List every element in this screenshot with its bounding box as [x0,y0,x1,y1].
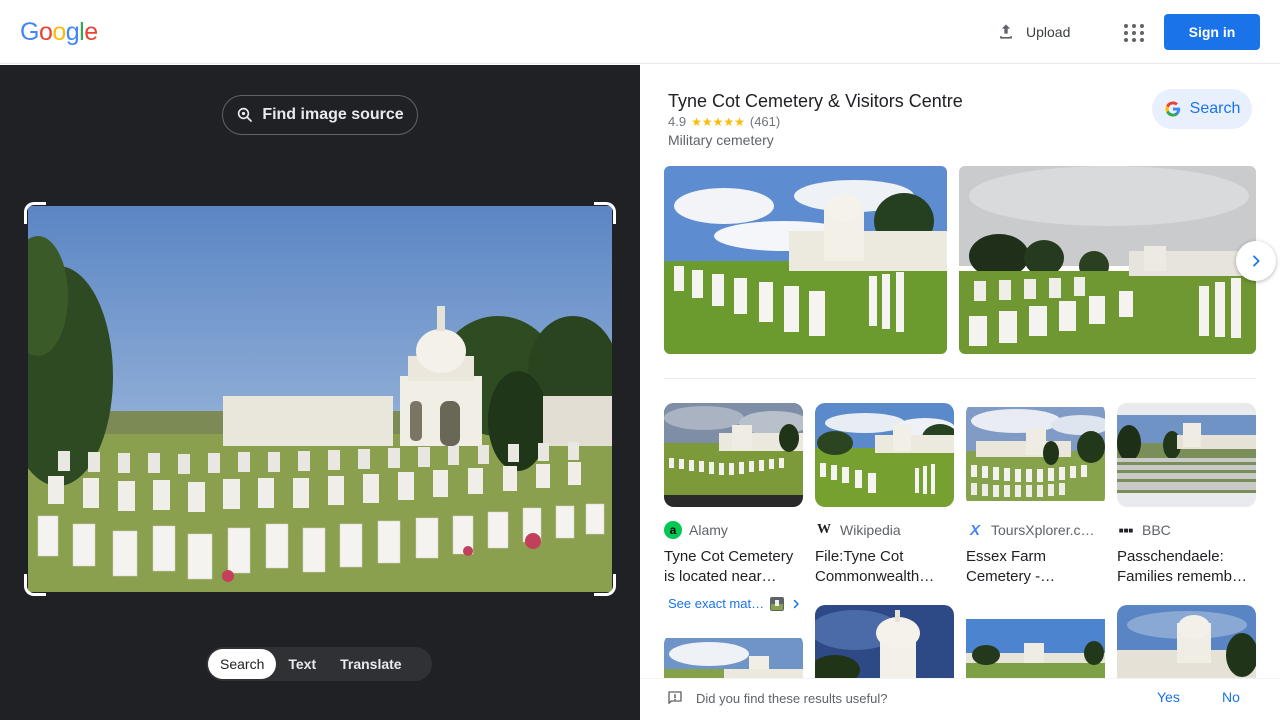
see-exact-matches-link[interactable]: See exact mat… [668,596,802,611]
google-logo[interactable]: Google [20,18,98,47]
rating-value: 4.9 [668,114,687,129]
crop-selection[interactable] [24,202,616,596]
feedback-question: Did you find these results useful? [666,689,888,707]
feedback-icon [668,691,682,704]
query-image-pane: Find image source Search Text Translate [0,65,640,720]
rating-stars: ★★★★★ [691,114,745,129]
alamy-icon: a [664,521,682,539]
mode-text-button[interactable]: Text [276,649,328,679]
feedback-bar: Did you find these results useful? Yes N… [640,678,1280,720]
mode-switcher: Search Text Translate [206,647,432,681]
search-button-label: Search [1189,100,1241,117]
visual-match-card[interactable]: X ToursXplorer.c… Essex Farm Cemetery -… [966,403,1105,587]
result-thumbnail[interactable] [966,605,1105,678]
find-image-source-button[interactable]: Find image source [222,95,418,135]
google-g-icon [1165,101,1180,117]
place-photo[interactable] [959,166,1256,354]
result-thumbnail[interactable] [815,605,954,678]
rating-line: 4.9 ★★★★★ (461) [668,114,780,129]
feedback-yes-button[interactable]: Yes [1157,689,1180,705]
crop-corner-handle[interactable] [594,574,616,596]
result-thumbnail [664,403,803,507]
query-photo [28,206,612,592]
chevron-right-icon [793,599,799,608]
upload-label: Upload [1026,24,1071,40]
lens-search-icon [238,107,253,122]
upload-button[interactable]: Upload [990,16,1076,48]
visual-match-card[interactable]: W Wikipedia File:Tyne Cot Commonwealth… [815,403,954,587]
crop-corner-handle[interactable] [594,202,616,224]
feedback-no-button[interactable]: No [1222,689,1240,705]
section-divider [664,378,1256,379]
result-thumbnail[interactable] [1117,605,1256,678]
mode-translate-button[interactable]: Translate [328,649,413,679]
result-source: W Wikipedia [815,521,901,539]
next-arrow-button[interactable] [1236,241,1276,281]
result-title: Passchendaele: Families rememb… [1117,548,1248,585]
upload-icon [1000,24,1012,39]
visual-match-card[interactable]: ■■■ BBC Passchendaele: Families rememb… [1117,403,1256,587]
result-thumbnail [815,403,954,507]
mode-search-button[interactable]: Search [208,649,277,679]
google-apps-icon[interactable] [1118,18,1146,46]
result-source: a Alamy [664,521,803,539]
sign-in-button[interactable]: Sign in [1164,14,1260,50]
exact-match-thumbnail [770,596,785,611]
wikipedia-icon: W [815,521,833,539]
top-header: Google Upload Sign in [0,0,1280,64]
crop-corner-handle[interactable] [24,202,46,224]
bbc-icon: ■■■ [1118,525,1134,535]
result-thumbnail [966,403,1105,507]
results-pane: Tyne Cot Cemetery & Visitors Centre 4.9 … [640,65,1280,720]
place-type: Military cemetery [668,132,774,148]
result-title: Tyne Cot Cemetery is located near… [664,548,794,585]
see-exact-matches-label: See exact mat… [668,596,765,611]
toursxplorer-icon: X [969,521,980,539]
chevron-right-icon [1253,255,1260,267]
review-count: (461) [749,114,781,129]
place-photo[interactable] [664,166,947,354]
result-title: Essex Farm Cemetery -… [966,548,1056,585]
place-title[interactable]: Tyne Cot Cemetery & Visitors Centre [668,91,963,112]
find-image-source-label: Find image source [262,106,404,123]
result-thumbnail [1117,403,1256,507]
visual-match-card[interactable]: a Alamy Tyne Cot Cemetery is located nea… [664,403,803,587]
crop-corner-handle[interactable] [24,574,46,596]
result-source: ■■■ BBC [1118,522,1171,538]
result-title: File:Tyne Cot Commonwealth… [815,548,935,585]
result-source: X ToursXplorer.c… [966,521,1105,539]
search-button[interactable]: Search [1152,89,1252,129]
